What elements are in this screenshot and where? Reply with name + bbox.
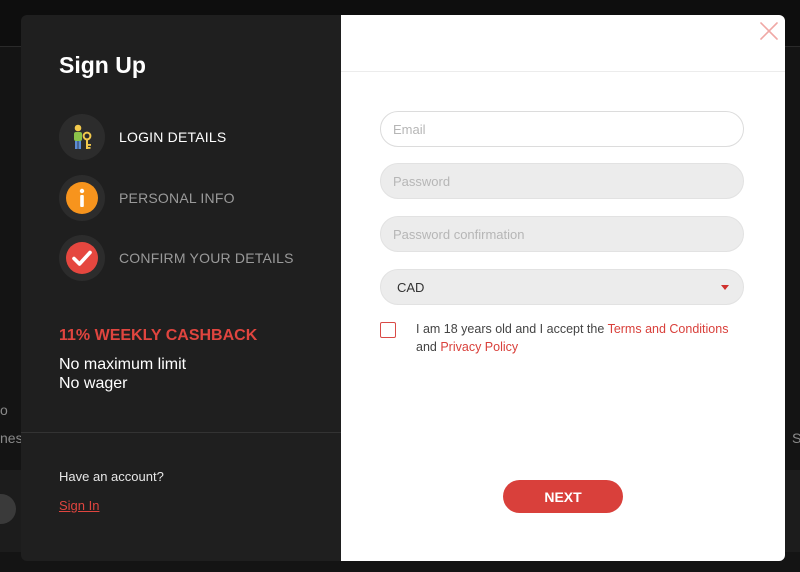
- signup-form-panel: CAD I am 18 years old and I accept the T…: [341, 15, 785, 561]
- password-field[interactable]: [380, 163, 744, 199]
- have-account-text: Have an account?: [59, 469, 164, 484]
- terms-middle: and: [416, 340, 441, 354]
- key-person-icon: [59, 114, 105, 160]
- currency-select[interactable]: CAD: [380, 269, 744, 305]
- background-text-fragment: S: [792, 430, 800, 446]
- step-personal-info: PERSONAL INFO: [59, 174, 235, 222]
- step-label: CONFIRM YOUR DETAILS: [119, 250, 294, 266]
- checkmark-icon: [59, 235, 105, 281]
- step-label: LOGIN DETAILS: [119, 129, 227, 145]
- terms-prefix: I am 18 years old and I accept the: [416, 322, 608, 336]
- terms-text: I am 18 years old and I accept the Terms…: [416, 320, 746, 356]
- close-button[interactable]: [759, 21, 779, 41]
- privacy-policy-link[interactable]: Privacy Policy: [440, 340, 518, 354]
- background-text-fragment: nes: [0, 430, 23, 446]
- signup-sidebar: Sign Up LOGIN DETAILS PERSONAL INFO CONF…: [21, 15, 341, 561]
- terms-and-conditions-link[interactable]: Terms and Conditions: [608, 322, 729, 336]
- promo-line: No maximum limit: [59, 356, 187, 373]
- header-divider: [341, 71, 785, 72]
- info-icon: [59, 175, 105, 221]
- step-login-details: LOGIN DETAILS: [59, 113, 226, 161]
- signup-modal: Sign Up LOGIN DETAILS PERSONAL INFO CONF…: [21, 15, 785, 561]
- modal-title: Sign Up: [59, 52, 146, 78]
- next-button[interactable]: NEXT: [503, 480, 623, 513]
- step-confirm-details: CONFIRM YOUR DETAILS: [59, 234, 294, 282]
- sidebar-divider: [21, 432, 341, 433]
- close-icon: [760, 22, 778, 40]
- sign-in-link[interactable]: Sign In: [59, 498, 99, 513]
- currency-value: CAD: [397, 279, 425, 295]
- email-field[interactable]: [380, 111, 744, 147]
- terms-checkbox[interactable]: [380, 322, 396, 338]
- step-label: PERSONAL INFO: [119, 190, 235, 206]
- promo-title: 11% WEEKLY CASHBACK: [59, 327, 258, 344]
- password-confirmation-field[interactable]: [380, 216, 744, 252]
- caret-down-icon: [721, 284, 729, 290]
- background-text-fragment: o: [0, 402, 8, 418]
- promo-line: No wager: [59, 375, 128, 392]
